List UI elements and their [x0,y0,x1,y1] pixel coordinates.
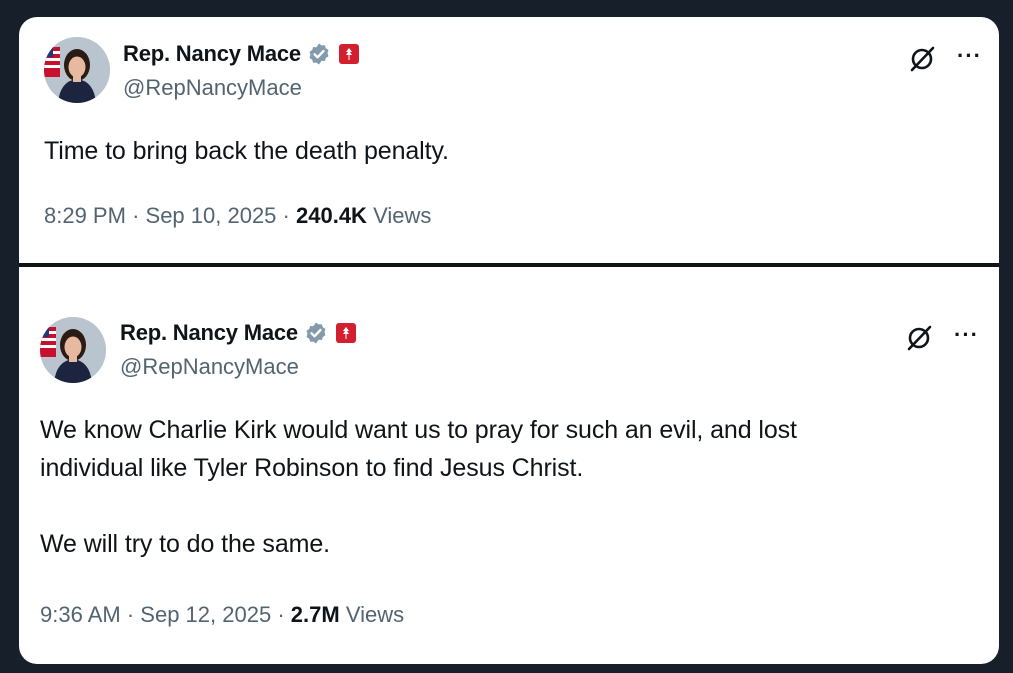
grok-icon[interactable] [905,324,933,352]
tweet-meta: 8:29 PM · Sep 10, 2025 · 240.4K Views [44,203,431,229]
grok-icon[interactable] [908,45,936,73]
flag-badge-icon [338,44,359,64]
tweet-time[interactable]: 8:29 PM [44,203,126,228]
views-count[interactable]: 2.7M [291,602,340,627]
more-icon[interactable]: ··· [957,45,982,67]
flag-badge-icon [335,323,356,343]
tweet-time[interactable]: 9:36 AM [40,602,121,627]
more-icon[interactable]: ··· [954,324,979,346]
tweet-text: Time to bring back the death penalty. [44,137,449,165]
name-row: Rep. Nancy Mace [123,41,359,67]
meta-separator: · [126,602,135,627]
avatar-image [44,37,110,103]
tweet-meta: 9:36 AM · Sep 12, 2025 · 2.7M Views [40,602,404,628]
meta-separator: · [132,203,140,228]
user-handle[interactable]: @RepNancyMace [120,354,299,380]
avatar-image [40,317,106,383]
avatar[interactable] [44,37,110,103]
tweet-screenshot-card: Rep. Nancy Mace @RepNancyMace ··· Time t… [19,17,999,664]
display-name[interactable]: Rep. Nancy Mace [120,320,298,346]
avatar[interactable] [40,317,106,383]
name-row: Rep. Nancy Mace [120,320,356,346]
tweet-text: We know Charlie Kirk would want us to pr… [40,416,797,558]
verified-badge-icon [309,43,329,65]
views-label: Views [373,203,432,228]
tweet-1[interactable]: Rep. Nancy Mace @RepNancyMace ··· Time t… [19,17,999,263]
tweet-2[interactable]: Rep. Nancy Mace @RepNancyMace ··· We kno… [19,267,999,664]
meta-separator: · [282,203,290,228]
display-name[interactable]: Rep. Nancy Mace [123,41,301,67]
meta-separator: · [277,602,285,627]
tweet-date[interactable]: Sep 12, 2025 [140,602,271,627]
user-handle[interactable]: @RepNancyMace [123,75,302,101]
tweet-date[interactable]: Sep 10, 2025 [146,203,277,228]
verified-badge-icon [306,322,326,344]
views-label: Views [345,602,405,627]
views-count[interactable]: 240.4K [296,203,367,228]
